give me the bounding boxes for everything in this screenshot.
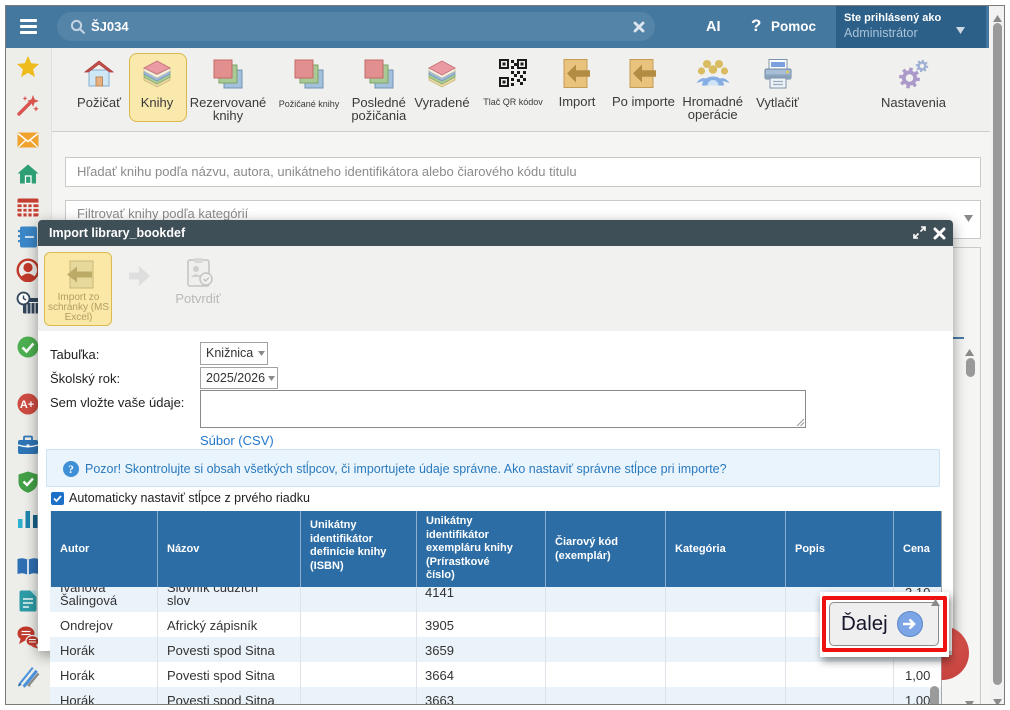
svg-text:?: ? xyxy=(68,464,74,476)
svg-text:A+: A+ xyxy=(20,399,34,411)
